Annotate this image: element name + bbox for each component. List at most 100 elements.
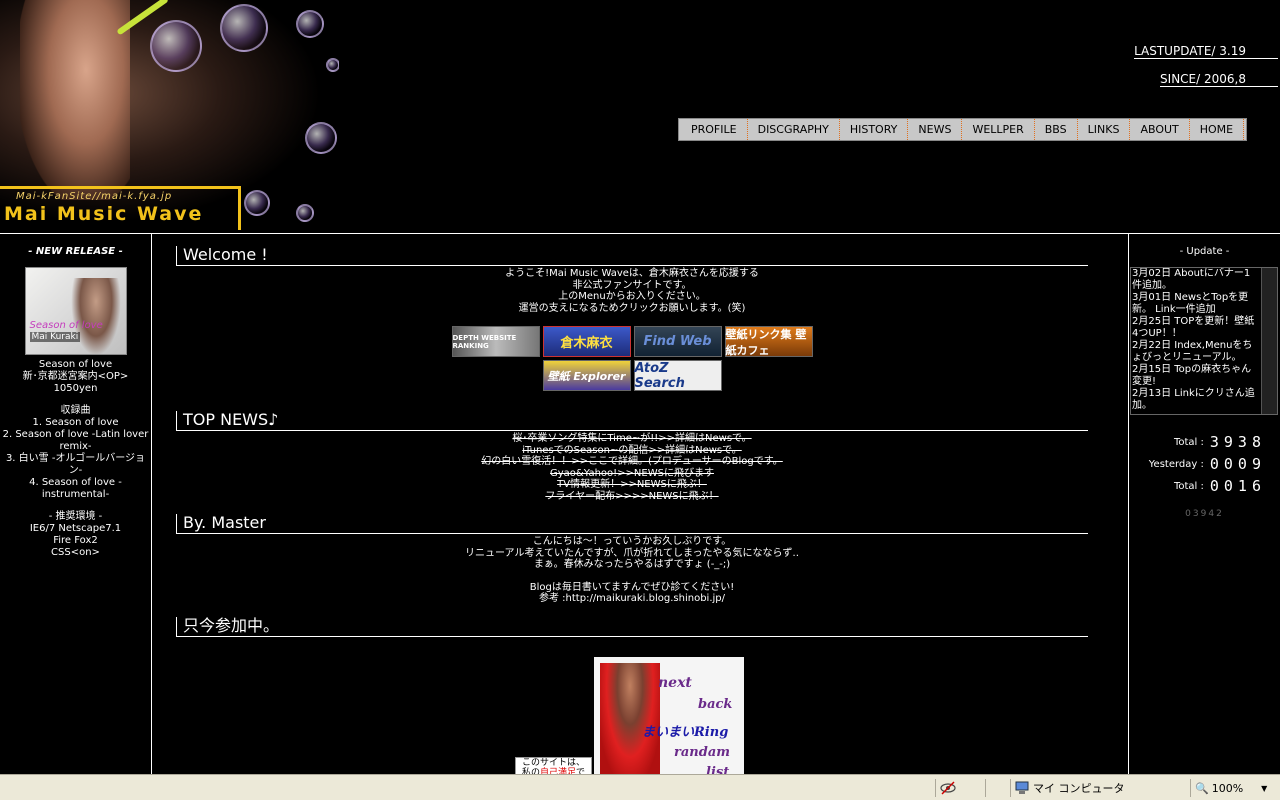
update-entry: 3月01日 NewsとTopを更新。 Link一件追加	[1132, 292, 1249, 315]
main-nav: PROFILE DISCGRAPHY HISTORY NEWS WELLPER …	[678, 118, 1248, 141]
welcome-text: ようこそ!Mai Music Waveは、倉木麻衣さんを応援する 非公式ファンサ…	[176, 268, 1088, 314]
update-scrollbar[interactable]	[1261, 268, 1277, 414]
browser-status-bar: マイ コンピュータ 🔍 100% ▼	[0, 774, 1280, 800]
counter-row: Total : 0016	[1129, 475, 1280, 497]
new-release-heading: - NEW RELEASE -	[28, 246, 123, 257]
news-link[interactable]: 幻の白い雪復活！！>>ここで詳細。(プロデューサーのBlogです。	[176, 456, 1088, 468]
ring-back-link[interactable]: back	[698, 697, 732, 712]
ring-name[interactable]: まいまいRing	[642, 721, 728, 740]
nav-profile[interactable]: PROFILE	[681, 119, 748, 140]
counter-label: Total :	[1173, 480, 1204, 492]
news-link[interactable]: iTunesでのSeason~の配信>>詳細はNewsで。	[176, 445, 1088, 457]
master-heading: By. Master	[176, 514, 1088, 534]
message-line: リニューアル考えていたんですが、爪が折れてしまったやる気になならず‥	[464, 547, 800, 559]
release-subtitle: 新･京都迷宮案内<OP>	[22, 371, 129, 382]
site-logo[interactable]: Mai Music Wave	[4, 203, 203, 225]
news-link[interactable]: TV情報更新！>>NEWSに飛ぶ！	[176, 479, 1088, 491]
news-link[interactable]: 桜･卒業ソング特集にTime~が!!>>詳細はNewsで。	[176, 433, 1088, 445]
kuraki-mai-banner[interactable]: 倉木麻衣	[542, 326, 631, 357]
chevron-down-icon: ▼	[1261, 783, 1268, 793]
cover-title: Season of love	[29, 320, 103, 331]
nav-news[interactable]: NEWS	[908, 119, 963, 140]
wallpaper-cafe-banner[interactable]: 壁紙リンク集 壁紙カフェ	[724, 326, 813, 357]
header-banner-image: Mai-kFanSite//mai-k.fya.jp Mai Music Wav…	[0, 0, 339, 233]
security-zone-cell: マイ コンピュータ	[1010, 779, 1190, 797]
nav-discography[interactable]: DISCGRAPHY	[748, 119, 840, 140]
track-item: 2. Season of love -Latin lover	[2, 429, 149, 440]
bubble-graphic	[305, 122, 337, 154]
privacy-cell[interactable]	[935, 779, 985, 797]
nav-links[interactable]: LINKS	[1078, 119, 1131, 140]
update-entry: 3月02日 Aboutにバナー1件追加。	[1132, 268, 1251, 291]
participating-heading: 只今参加中。	[176, 616, 1088, 637]
counter-row: Total : 3938	[1129, 431, 1280, 453]
cover-artist: Mai Kuraki	[29, 332, 81, 342]
access-counter: Total : 3938 Yesterday : 0009 Total : 00…	[1129, 431, 1280, 497]
stamp-line: このサイトは、	[521, 757, 585, 768]
status-cell-blank	[985, 779, 1010, 797]
ranking-banners: DEPTH WEBSITE RANKING 倉木麻衣 Find Web 壁紙リン…	[451, 326, 813, 391]
counter-label: Yesterday :	[1148, 458, 1204, 470]
album-cover[interactable]: Season of love Mai Kuraki	[24, 267, 127, 355]
last-update: LASTUPDATE/ 3.19	[1080, 44, 1280, 72]
atoz-search-banner[interactable]: AtoZ Search	[633, 360, 722, 391]
bubble-graphic	[244, 190, 270, 216]
zoom-level: 100%	[1211, 781, 1244, 795]
bubble-graphic	[326, 58, 339, 72]
env-item: Fire Fox2	[53, 535, 98, 546]
counter-value: 0016	[1209, 477, 1266, 495]
tracks-heading: 収録曲	[60, 405, 91, 416]
blog-link[interactable]: 参考 :http://maikuraki.blog.shinobi.jp/	[176, 593, 1088, 605]
update-entry: 2月25日 TOPを更新！壁紙4つUP！！	[1132, 316, 1255, 339]
news-list: 桜･卒業ソング特集にTime~が!!>>詳細はNewsで。 iTunesでのSe…	[176, 433, 1088, 502]
nav-bbs[interactable]: BBS	[1035, 119, 1078, 140]
update-entry: 2月15日 Topの麻衣ちゃん変更!	[1132, 364, 1252, 387]
zone-label: マイ コンピュータ	[1033, 782, 1125, 795]
welcome-heading: Welcome !	[176, 246, 1088, 266]
message-line: こんにちは～！っていうかお久しぶりです。	[532, 536, 732, 547]
nav-about[interactable]: ABOUT	[1130, 119, 1190, 140]
counter-value: 0009	[1209, 455, 1266, 473]
update-entry: 2月13日 Linkにクリさん追加。	[1132, 388, 1255, 411]
bubble-graphic	[296, 10, 324, 38]
findweb-banner[interactable]: Find Web	[633, 326, 722, 357]
small-counter: 03942	[1185, 509, 1224, 519]
webring-banner: next back まいまいRing randam list	[594, 656, 744, 777]
webring-area: next back まいまいRing randam list このサイトは、 私…	[176, 656, 1088, 777]
nav-home[interactable]: HOME	[1190, 119, 1245, 140]
depth-ranking-banner[interactable]: DEPTH WEBSITE RANKING	[451, 326, 540, 357]
zoom-cell[interactable]: 🔍 100% ▼	[1190, 779, 1278, 797]
track-item: 4. Season of love -	[29, 477, 122, 488]
counter-value: 3938	[1209, 433, 1266, 451]
release-price: 1050yen	[53, 383, 98, 394]
master-message: こんにちは～！っていうかお久しぶりです。 リニューアル考えていたんですが、爪が折…	[176, 536, 1088, 605]
bubble-graphic	[150, 20, 202, 72]
update-list: 3月02日 Aboutにバナー1件追加。 3月01日 NewsとTopを更新。 …	[1131, 268, 1277, 412]
wallpaper-explorer-banner[interactable]: 壁紙 Explorer	[542, 360, 631, 391]
welcome-line: ようこそ!Mai Music Waveは、倉木麻衣さんを応援する	[505, 268, 759, 279]
env-item: IE6/7 Netscape7.1	[29, 523, 122, 534]
since-date: SINCE/ 2006,8	[1080, 72, 1280, 100]
ring-photo	[600, 662, 660, 777]
top-news-heading: TOP NEWS♪	[176, 411, 1088, 431]
news-link[interactable]: フライヤー配布>>>>NEWSに飛ぶ！	[176, 491, 1088, 503]
left-sidebar: - NEW RELEASE - Season of love Mai Kurak…	[0, 234, 152, 774]
cover-photo	[70, 278, 121, 354]
counter-label: Total :	[1173, 436, 1204, 448]
update-entry: 2月22日 Index,Menuをちょびっとリニューアル。	[1132, 340, 1253, 363]
ring-next-link[interactable]: next	[658, 675, 692, 691]
nav-wallpaper[interactable]: WELLPER	[962, 119, 1035, 140]
update-log[interactable]: 3月02日 Aboutにバナー1件追加。 3月01日 NewsとTopを更新。 …	[1130, 267, 1278, 415]
counter-row: Yesterday : 0009	[1129, 453, 1280, 475]
right-sidebar: - Update - 3月02日 Aboutにバナー1件追加。 3月01日 Ne…	[1128, 234, 1280, 774]
message-line: まぁ。春休みなったらやるはずですょ (-_-;)	[533, 559, 731, 570]
welcome-line: 非公式ファンサイトです。	[572, 279, 692, 291]
release-title: Season of love	[38, 359, 113, 370]
browser-page: Mai-kFanSite//mai-k.fya.jp Mai Music Wav…	[0, 0, 1280, 800]
main-content: Welcome ! ようこそ!Mai Music Waveは、倉木麻衣さんを応援…	[176, 234, 1088, 777]
news-link[interactable]: Gyao&Yahoo!>>NEWSに飛びます	[176, 468, 1088, 480]
computer-icon	[1015, 781, 1029, 794]
env-heading: - 推奨環境 -	[48, 511, 103, 522]
nav-history[interactable]: HISTORY	[840, 119, 909, 140]
ring-random-link[interactable]: randam	[674, 745, 730, 760]
